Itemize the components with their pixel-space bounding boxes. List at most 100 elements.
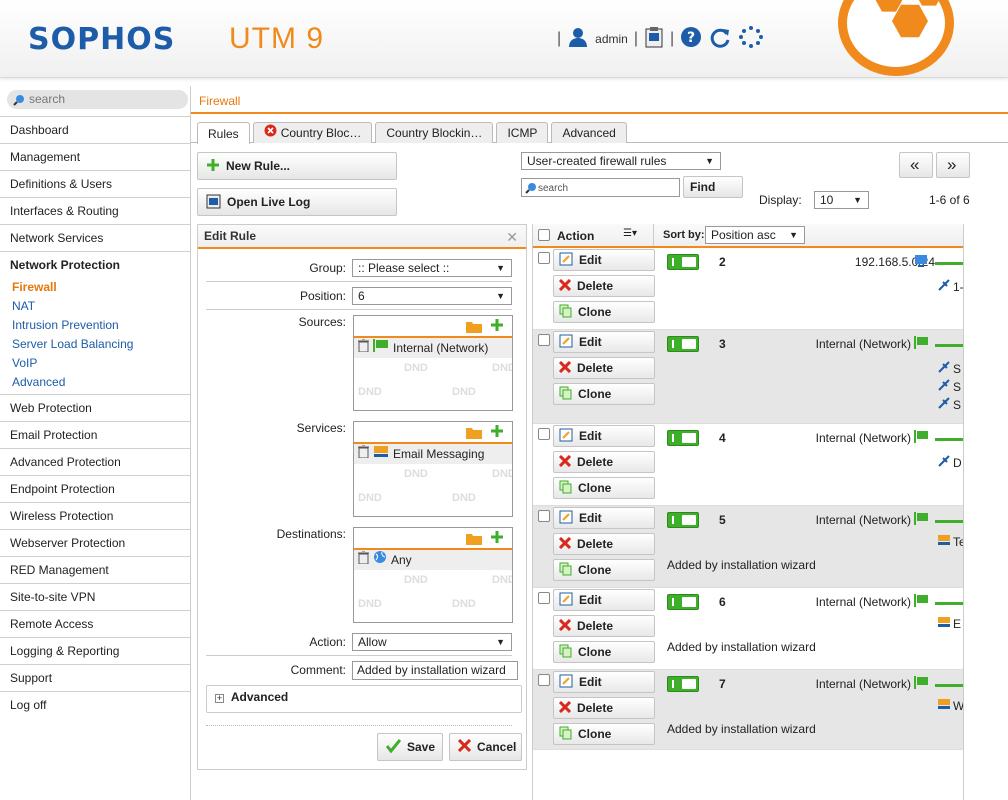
delete-button[interactable]: Delete <box>553 533 655 555</box>
sidebar-item-remote-access[interactable]: Remote Access <box>0 610 191 637</box>
rule-filter-select[interactable]: User-created firewall rules ▼ <box>521 152 721 170</box>
open-live-log-button[interactable]: Open Live Log <box>197 188 397 216</box>
refresh-icon[interactable] <box>708 26 732 51</box>
edit-button[interactable]: Edit <box>553 425 655 447</box>
edit-button[interactable]: Edit <box>553 507 655 529</box>
rule-enabled-toggle[interactable] <box>667 430 699 446</box>
rule-enabled-toggle[interactable] <box>667 512 699 528</box>
add-icon[interactable] <box>490 530 504 547</box>
sidebar-item-advanced-protection[interactable]: Advanced Protection <box>0 448 191 475</box>
sidebar-item-wireless-protection[interactable]: Wireless Protection <box>0 502 191 529</box>
sidebar-subitem-advanced[interactable]: Advanced <box>12 373 191 392</box>
edit-button[interactable]: Edit <box>553 331 655 353</box>
help-icon[interactable]: ? <box>680 26 702 51</box>
sidebar-item-network-protection[interactable]: Network Protection Firewall NAT Intrusio… <box>0 251 191 394</box>
save-button[interactable]: Save <box>377 733 443 761</box>
action-select[interactable]: Allow ▼ <box>352 633 512 651</box>
destinations-box[interactable]: Any DND DND DND DND <box>353 527 513 623</box>
sidebar-subitem-server-load-balancing[interactable]: Server Load Balancing <box>12 335 191 354</box>
clone-button[interactable]: Clone <box>553 723 655 745</box>
find-button[interactable]: Find <box>683 176 743 198</box>
comment-input[interactable]: Added by installation wizard <box>352 661 518 680</box>
position-select[interactable]: 6 ▼ <box>352 287 512 305</box>
rule-enabled-toggle[interactable] <box>667 254 699 270</box>
trash-icon[interactable] <box>358 550 369 570</box>
sidebar-item-email-protection[interactable]: Email Protection <box>0 421 191 448</box>
clone-button[interactable]: Clone <box>553 641 655 663</box>
close-icon[interactable]: ✕ <box>506 229 518 246</box>
row-checkbox[interactable] <box>538 428 550 440</box>
display-count-select[interactable]: 10 ▼ <box>814 191 869 209</box>
clone-button[interactable]: Clone <box>553 301 655 323</box>
destination-item[interactable]: Any <box>354 550 512 570</box>
select-all-checkbox[interactable] <box>538 229 550 241</box>
clipboard-icon[interactable] <box>644 26 664 51</box>
sortby-select[interactable]: Position asc ▼ <box>705 226 805 244</box>
sidebar-subitem-nat[interactable]: NAT <box>12 297 191 316</box>
rule-enabled-toggle[interactable] <box>667 594 699 610</box>
sidebar-item-dashboard[interactable]: Dashboard <box>0 116 191 143</box>
source-item[interactable]: Internal (Network) <box>354 338 512 358</box>
advanced-section-toggle[interactable]: + Advanced <box>206 685 522 713</box>
chevron-down-icon: ▼ <box>853 195 862 205</box>
sidebar-item-interfaces-routing[interactable]: Interfaces & Routing <box>0 197 191 224</box>
trash-icon[interactable] <box>358 444 369 464</box>
sidebar-subitem-intrusion-prevention[interactable]: Intrusion Prevention <box>12 316 191 335</box>
row-checkbox[interactable] <box>538 592 550 604</box>
row-checkbox[interactable] <box>538 674 550 686</box>
trash-icon[interactable] <box>358 338 369 358</box>
pager-prev-button[interactable]: « <box>899 152 933 178</box>
delete-button[interactable]: Delete <box>553 275 655 297</box>
row-checkbox[interactable] <box>538 510 550 522</box>
clone-button[interactable]: Clone <box>553 559 655 581</box>
group-select[interactable]: :: Please select :: ▼ <box>352 259 512 277</box>
username[interactable]: admin <box>595 32 628 46</box>
delete-button[interactable]: Delete <box>553 451 655 473</box>
add-icon[interactable] <box>490 424 504 441</box>
services-box[interactable]: Email Messaging DND DND DND DND <box>353 421 513 517</box>
sources-box[interactable]: Internal (Network) DND DND DND DND <box>353 315 513 411</box>
sidebar-item-web-protection[interactable]: Web Protection <box>0 394 191 421</box>
row-checkbox[interactable] <box>538 334 550 346</box>
clone-button[interactable]: Clone <box>553 477 655 499</box>
tab-advanced[interactable]: Advanced <box>551 122 627 143</box>
user-icon[interactable] <box>567 26 589 51</box>
sidebar-item-red-management[interactable]: RED Management <box>0 556 191 583</box>
sidebar-item-site-to-site-vpn[interactable]: Site-to-site VPN <box>0 583 191 610</box>
delete-button[interactable]: Delete <box>553 697 655 719</box>
cancel-button[interactable]: Cancel <box>449 733 522 761</box>
sidebar-item-management[interactable]: Management <box>0 143 191 170</box>
folder-icon[interactable] <box>466 426 482 442</box>
sidebar-item-log-off[interactable]: Log off <box>0 691 191 718</box>
tab-country-blocking[interactable]: Country Bloc… <box>252 122 373 143</box>
edit-button[interactable]: Edit <box>553 589 655 611</box>
edit-button[interactable]: Edit <box>553 671 655 693</box>
new-rule-button[interactable]: New Rule... <box>197 152 397 180</box>
sidebar-search-input[interactable]: search <box>7 90 188 109</box>
clone-button[interactable]: Clone <box>553 383 655 405</box>
pager-next-button[interactable]: » <box>936 152 970 178</box>
folder-icon[interactable] <box>466 532 482 548</box>
column-menu-icon[interactable]: ☰▾ <box>623 228 637 239</box>
add-icon[interactable] <box>490 318 504 335</box>
sidebar-item-logging-reporting[interactable]: Logging & Reporting <box>0 637 191 664</box>
rule-enabled-toggle[interactable] <box>667 336 699 352</box>
sidebar-item-network-services[interactable]: Network Services <box>0 224 191 251</box>
folder-icon[interactable] <box>466 320 482 336</box>
rule-enabled-toggle[interactable] <box>667 676 699 692</box>
row-checkbox[interactable] <box>538 252 550 264</box>
tab-country-blocking-exceptions[interactable]: Country Blockin… <box>375 122 494 143</box>
sidebar-item-support[interactable]: Support <box>0 664 191 691</box>
sidebar-subitem-voip[interactable]: VoIP <box>12 354 191 373</box>
service-item[interactable]: Email Messaging <box>354 444 512 464</box>
sidebar-item-definitions-users[interactable]: Definitions & Users <box>0 170 191 197</box>
edit-button[interactable]: Edit <box>553 249 655 271</box>
tab-rules[interactable]: Rules <box>197 122 250 144</box>
delete-button[interactable]: Delete <box>553 357 655 379</box>
rule-search-input[interactable]: search <box>521 178 680 197</box>
sidebar-item-endpoint-protection[interactable]: Endpoint Protection <box>0 475 191 502</box>
tab-icmp[interactable]: ICMP <box>496 122 549 143</box>
sidebar-item-webserver-protection[interactable]: Webserver Protection <box>0 529 191 556</box>
sidebar-subitem-firewall[interactable]: Firewall <box>12 278 191 297</box>
delete-button[interactable]: Delete <box>553 615 655 637</box>
